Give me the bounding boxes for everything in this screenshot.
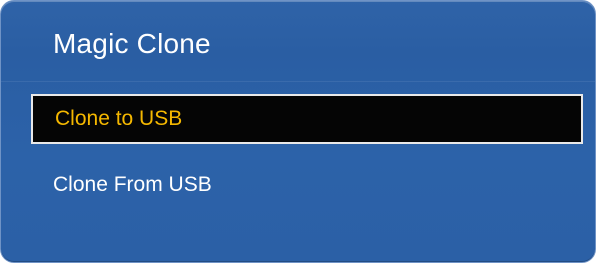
- menu-title: Magic Clone: [53, 28, 211, 59]
- menu-item-label: Clone to USB: [55, 107, 183, 130]
- menu-item-label: Clone From USB: [53, 173, 212, 196]
- menu-item-clone-to-usb[interactable]: Clone to USB: [31, 94, 583, 144]
- title-divider: [1, 81, 595, 82]
- magic-clone-menu-panel: Magic Clone Clone to USB Clone From USB: [0, 0, 596, 263]
- menu-item-clone-from-usb[interactable]: Clone From USB: [31, 160, 583, 210]
